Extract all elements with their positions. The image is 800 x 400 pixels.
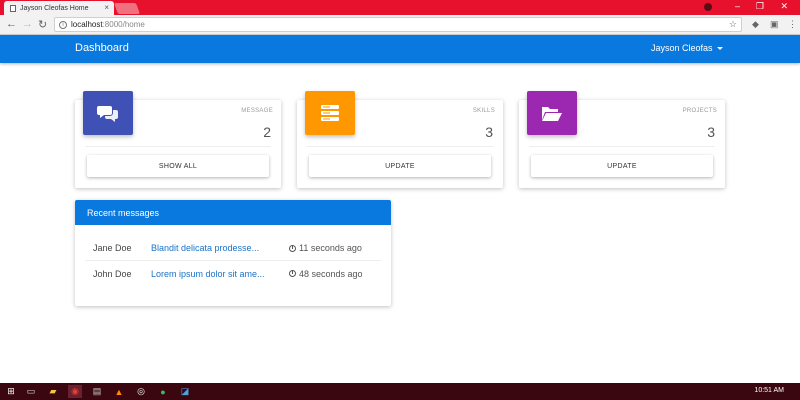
user-dropdown[interactable]: Jayson Cleofas	[651, 43, 723, 53]
restore-icon[interactable]: ❐	[756, 1, 764, 12]
message-sender: Jane Doe	[93, 243, 132, 253]
brand-link[interactable]: Dashboard	[75, 42, 129, 54]
time-text: 11 seconds ago	[299, 243, 362, 253]
message-time: 11 seconds ago	[289, 243, 362, 253]
menu-kebab-icon[interactable]: ⋮	[788, 19, 797, 30]
browser-green-icon[interactable]: ●	[156, 385, 170, 398]
tab-title: Jayson Cleofas Home	[20, 4, 89, 12]
card-count: 3	[707, 124, 715, 140]
clock-icon	[289, 244, 296, 252]
skills-card: SKILLS 3 UPDATE	[297, 91, 503, 188]
folder-open-icon	[542, 107, 562, 121]
bookmark-star-icon[interactable]: ☆	[729, 19, 737, 30]
card-category: PROJECTS	[682, 108, 717, 114]
recent-messages-panel: Recent messages Jane Doe Blandit delicat…	[75, 200, 391, 306]
update-skills-button[interactable]: UPDATE	[309, 155, 491, 177]
app-navbar: Dashboard Jayson Cleofas	[0, 35, 800, 63]
clock-icon	[289, 270, 296, 277]
terminal-icon[interactable]: ▤	[90, 385, 104, 398]
app-circle-icon[interactable]: ◎	[134, 385, 148, 398]
card-category: SKILLS	[472, 108, 495, 114]
new-tab-button[interactable]	[113, 3, 141, 14]
task-view-icon[interactable]: ▭	[24, 385, 38, 398]
card-count: 3	[485, 124, 493, 140]
card-category: MESSAGE	[241, 108, 273, 114]
extension-2-icon[interactable]: ▣	[770, 19, 779, 30]
tab-close-icon[interactable]: ×	[104, 3, 109, 12]
message-card: MESSAGE 2 SHOW ALL	[75, 91, 281, 188]
info-icon[interactable]: i	[59, 20, 67, 29]
back-icon[interactable]: ←	[6, 18, 17, 30]
message-link[interactable]: Blandit delicata prodesse...	[151, 243, 289, 253]
address-bar[interactable]: i localhost:8000/home ☆	[54, 17, 742, 32]
start-icon[interactable]: ⊞	[4, 385, 18, 398]
profile-icon[interactable]	[704, 3, 712, 11]
message-time: 48 seconds ago	[289, 269, 363, 279]
skills-icon-box	[305, 91, 355, 135]
message-link[interactable]: Lorem ipsum dolor sit ame...	[151, 269, 289, 279]
message-sender: John Doe	[93, 268, 132, 279]
time-text: 48 seconds ago	[299, 268, 363, 279]
os-taskbar: ⊞ ▭ ▰ ◉ ▤ ▲ ◎ ● ◪ 10:51 AM	[0, 383, 800, 400]
vlc-icon[interactable]: ▲	[112, 385, 126, 398]
close-window-icon[interactable]: ✕	[780, 1, 788, 12]
reload-icon[interactable]: ↻	[38, 18, 47, 31]
url-host: localhost	[71, 20, 103, 29]
chat-bubbles-icon	[97, 106, 118, 122]
caret-down-icon	[716, 47, 723, 51]
extension-icon[interactable]: ◆	[752, 19, 759, 30]
user-name: Jayson Cleofas	[651, 43, 713, 53]
forward-icon[interactable]: →	[22, 18, 33, 30]
chrome-taskbar-icon[interactable]: ◉	[68, 385, 82, 398]
message-row[interactable]: John Doe Lorem ipsum dolor sit ame... 48…	[85, 261, 381, 286]
divider	[85, 146, 271, 147]
browser-toolbar: ← → ↻ i localhost:8000/home ☆ ◆ ▣ ⋮	[0, 15, 800, 35]
message-row[interactable]: Jane Doe Blandit delicata prodesse... 11…	[85, 236, 381, 261]
divider	[307, 146, 493, 147]
card-count: 2	[263, 124, 271, 140]
minimize-icon[interactable]: –	[735, 1, 740, 11]
file-explorer-icon[interactable]: ▰	[46, 385, 60, 398]
projects-card: PROJECTS 3 UPDATE	[519, 91, 725, 188]
taskbar-clock: 10:51 AM	[754, 387, 784, 394]
page-icon	[10, 4, 16, 12]
update-projects-button[interactable]: UPDATE	[531, 155, 713, 177]
projects-icon-box	[527, 91, 577, 135]
divider	[529, 146, 715, 147]
server-stack-icon	[321, 105, 339, 121]
editor-icon[interactable]: ◪	[178, 385, 192, 398]
browser-titlebar: Jayson Cleofas Home × – ❐ ✕	[0, 0, 800, 15]
url-path: :8000/home	[102, 20, 145, 29]
browser-tab[interactable]: Jayson Cleofas Home ×	[4, 1, 114, 15]
message-icon-box	[83, 91, 133, 135]
panel-title: Recent messages	[75, 200, 391, 225]
show-all-button[interactable]: SHOW ALL	[87, 155, 269, 177]
